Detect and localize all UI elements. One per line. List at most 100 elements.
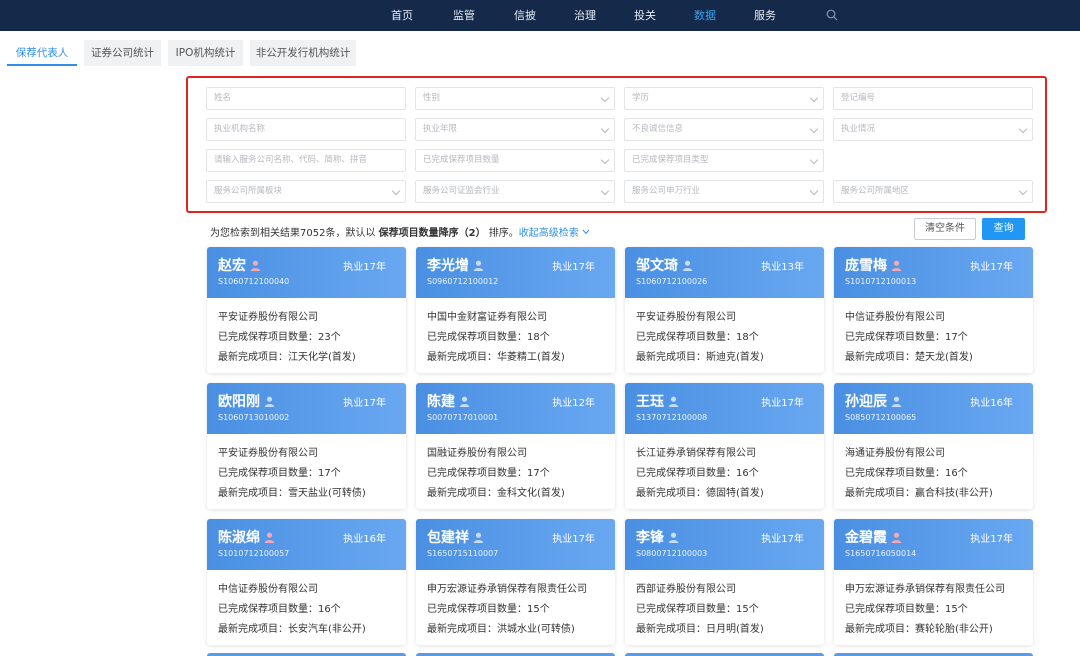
- integrity-select[interactable]: 不良诚信信息: [624, 118, 824, 141]
- project-count-line: 已完成保荐项目数量：17个: [845, 328, 968, 343]
- sponsor-card[interactable]: 金碧霞 执业17年 S1650716050014 申万宏源证券承销保荐有限责任公司 已完…: [834, 519, 1033, 645]
- sponsor-card[interactable]: 陈建 执业12年 S0070717010001 国融证券股份有限公司 已完成保荐项目数量…: [416, 383, 615, 509]
- nav-item-disclosure[interactable]: 信披: [514, 0, 536, 31]
- company-name: 平安证券股份有限公司: [218, 448, 318, 459]
- sponsor-name[interactable]: 陈淑绵: [218, 527, 275, 547]
- csrc-industry-select[interactable]: 服务公司证监会行业: [415, 180, 615, 203]
- latest-project-label: 最新完成项目：: [845, 488, 915, 499]
- project-count-label: 已完成保荐项目数量：: [218, 332, 318, 343]
- registration-code: S1650715110007: [427, 549, 499, 558]
- sponsor-card[interactable]: 邹文琦 执业13年 S1060712100026 平安证券股份有限公司 已完成保荐项目数…: [625, 247, 824, 373]
- tab-sponsor-reps[interactable]: 保荐代表人: [7, 40, 77, 66]
- person-icon: [459, 396, 470, 407]
- latest-project-line: 最新完成项目：日月明(首发): [636, 620, 764, 635]
- card-header: 孙迎辰 执业16年 S0850712100065: [834, 383, 1033, 434]
- sponsor-card[interactable]: 孙迎辰 执业16年 S0850712100065 海通证券股份有限公司 已完成保荐项目数…: [834, 383, 1033, 509]
- service-company-input[interactable]: 请输入服务公司名称、代码、简称、拼音: [206, 149, 406, 172]
- project-count-line: 已完成保荐项目数量：16个: [636, 464, 759, 479]
- latest-project-label: 最新完成项目：: [218, 352, 288, 363]
- chevron-down-icon: [600, 93, 610, 103]
- project-type-select[interactable]: 已完成保荐项目类型: [624, 149, 824, 172]
- years-select[interactable]: 执业年限: [415, 118, 615, 141]
- latest-project-label: 最新完成项目：: [427, 352, 497, 363]
- company-name: 长江证券承销保荐有限公司: [636, 448, 756, 459]
- sponsor-card[interactable]: 庞雪梅 执业17年 S1010712100013 中信证券股份有限公司 已完成保荐项目数…: [834, 247, 1033, 373]
- latest-project-value: 长安汽车(非公开): [288, 624, 366, 635]
- nav-item-data[interactable]: 数据: [694, 0, 716, 31]
- name-input[interactable]: 姓名: [206, 87, 406, 110]
- sponsor-name[interactable]: 金碧霞: [845, 527, 902, 547]
- sw-industry-select[interactable]: 服务公司申万行业: [624, 180, 824, 203]
- sponsor-name[interactable]: 庞雪梅: [845, 255, 902, 275]
- sponsor-name[interactable]: 欧阳刚: [218, 391, 275, 411]
- sponsor-card[interactable]: 李锋 执业17年 S0800712100003 西部证券股份有限公司 已完成保荐项目数量…: [625, 519, 824, 645]
- latest-project-value: 日月明(首发): [706, 624, 764, 635]
- project-count-select[interactable]: 已完成保荐项目数量: [415, 149, 615, 172]
- sponsor-card[interactable]: 欧阳刚 执业17年 S1060713010002 平安证券股份有限公司 已完成保荐项目数…: [207, 383, 406, 509]
- project-count-value: 17个: [318, 468, 341, 479]
- person-icon: [473, 260, 484, 271]
- latest-project-label: 最新完成项目：: [427, 624, 497, 635]
- tab-private-placement-stats[interactable]: 非公开发行机构统计: [250, 40, 356, 66]
- card-header: 邹文琦 执业13年 S1060712100026: [625, 247, 824, 298]
- latest-project-value: 金科文化(首发): [497, 488, 565, 499]
- sponsor-card[interactable]: 包建祥 执业17年 S1650715110007 申万宏源证券承销保荐有限责任公司 已完…: [416, 519, 615, 645]
- sponsor-name[interactable]: 赵宏: [218, 255, 261, 275]
- sponsor-name[interactable]: 王珏: [636, 391, 679, 411]
- region-select-label: 服务公司所属地区: [841, 186, 910, 196]
- nav-item-governance[interactable]: 治理: [574, 0, 596, 31]
- nav-item-supervision[interactable]: 监管: [453, 0, 475, 31]
- project-count-value: 17个: [527, 468, 550, 479]
- practice-years: 执业17年: [343, 398, 386, 409]
- practice-years: 执业12年: [552, 398, 595, 409]
- person-icon: [250, 260, 261, 271]
- sponsor-name[interactable]: 孙迎辰: [845, 391, 902, 411]
- latest-project-line: 最新完成项目：雪天盐业(可转债): [218, 484, 366, 499]
- org-name-input[interactable]: 执业机构名称: [206, 118, 406, 141]
- registration-code: S0850712100065: [845, 413, 917, 422]
- project-count-line: 已完成保荐项目数量：16个: [845, 464, 968, 479]
- sponsor-card[interactable]: 王珏 执业17年 S1370712100008 长江证券承销保荐有限公司 已完成保荐项目…: [625, 383, 824, 509]
- sponsor-card[interactable]: 李光增 执业17年 S0960712100012 中国中金财富证券有限公司 已完成保荐项…: [416, 247, 615, 373]
- sponsor-card[interactable]: 赵宏 执业17年 S1060712100040 平安证券股份有限公司 已完成保荐项目数量…: [207, 247, 406, 373]
- latest-project-line: 最新完成项目：金科文化(首发): [427, 484, 565, 499]
- registration-code: S0960712100012: [427, 277, 499, 286]
- collapse-advanced-link[interactable]: 收起高级检索: [519, 228, 579, 239]
- status-select[interactable]: 执业情况: [833, 118, 1033, 141]
- tab-ipo-stats[interactable]: IPO机构统计: [168, 40, 243, 66]
- sponsor-name-text: 李锋: [636, 530, 664, 546]
- latest-project-value: 洪城水业(可转债): [497, 624, 575, 635]
- sponsor-name[interactable]: 李锋: [636, 527, 679, 547]
- tab-bar: 保荐代表人 证券公司统计 IPO机构统计 非公开发行机构统计: [0, 40, 1080, 67]
- chevron-down-icon[interactable]: [582, 229, 590, 235]
- person-icon: [473, 532, 484, 543]
- region-select[interactable]: 服务公司所属地区: [833, 180, 1033, 203]
- tab-broker-stats[interactable]: 证券公司统计: [84, 40, 161, 66]
- sponsor-name[interactable]: 李光增: [427, 255, 484, 275]
- board-select[interactable]: 服务公司所属板块: [206, 180, 406, 203]
- nav-item-home[interactable]: 首页: [391, 0, 413, 31]
- sponsor-name[interactable]: 包建祥: [427, 527, 484, 547]
- clear-filters-button[interactable]: 清空条件: [914, 218, 976, 240]
- latest-project-label: 最新完成项目：: [427, 488, 497, 499]
- sponsor-name[interactable]: 邹文琦: [636, 255, 693, 275]
- nav-item-investor-relations[interactable]: 投关: [634, 0, 656, 31]
- company-name: 平安证券股份有限公司: [218, 312, 318, 323]
- sponsor-name[interactable]: 陈建: [427, 391, 470, 411]
- sponsor-card[interactable]: 陈淑绵 执业16年 S1010712100057 中信证券股份有限公司 已完成保荐项目数…: [207, 519, 406, 645]
- query-button[interactable]: 查询: [982, 218, 1025, 240]
- education-select[interactable]: 学历: [624, 87, 824, 110]
- project-count-line: 已完成保荐项目数量：18个: [427, 328, 550, 343]
- card-header: 庞雪梅 执业17年 S1010712100013: [834, 247, 1033, 298]
- nav-item-service[interactable]: 服务: [754, 0, 776, 31]
- reg-no-input[interactable]: 登记编号: [833, 87, 1033, 110]
- registration-code: S1060712100026: [636, 277, 708, 286]
- sort-order-text: 保荐项目数量降序（2）: [378, 228, 486, 239]
- gender-select[interactable]: 性别: [415, 87, 615, 110]
- search-icon[interactable]: [826, 9, 838, 21]
- registration-code: S1010712100013: [845, 277, 917, 286]
- sponsor-name-text: 陈建: [427, 394, 455, 410]
- practice-years: 执业17年: [970, 262, 1013, 273]
- registration-code: S0070717010001: [427, 413, 499, 422]
- latest-project-line: 最新完成项目：斯迪克(首发): [636, 348, 764, 363]
